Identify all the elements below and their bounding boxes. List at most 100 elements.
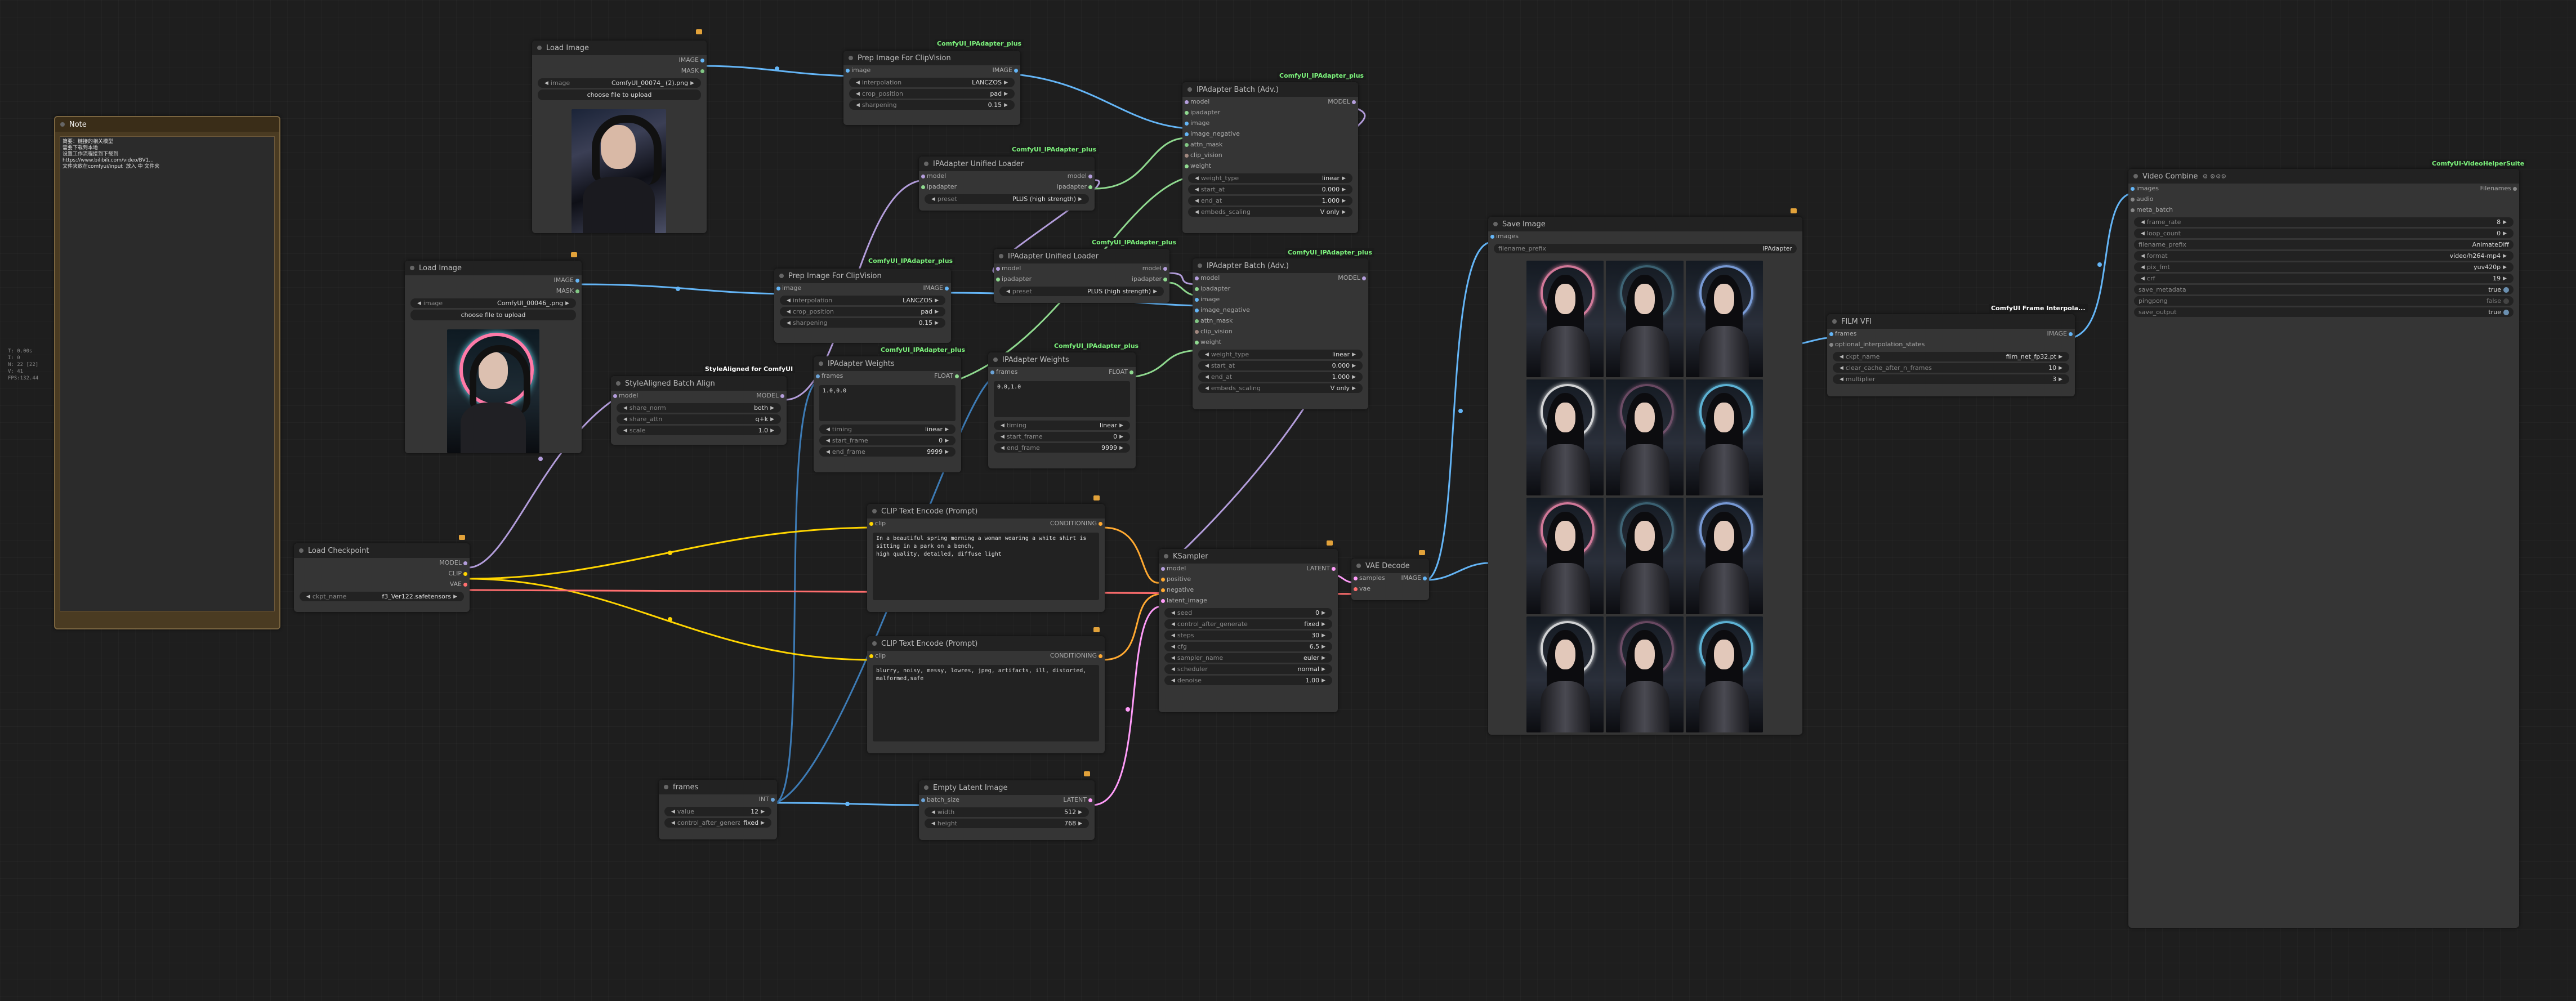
node-header[interactable]: VAE Decode	[1351, 558, 1429, 573]
arrow-left-icon[interactable]: ◀	[417, 301, 421, 306]
arrow-right-icon[interactable]: ▶	[770, 428, 774, 434]
clear-cache-number[interactable]: ◀ clear_cache_after_n_frames 10 ▶	[1833, 363, 2069, 373]
collapse-dot-icon[interactable]	[299, 548, 303, 553]
weights-textarea[interactable]: 1.0,0.0	[819, 385, 956, 421]
image-combo[interactable]: ◀ image ComfyUI_00046_.png ▶	[410, 298, 576, 308]
io-slot[interactable]: ipadapter ipadapter	[994, 274, 1169, 285]
slot-dot-icon[interactable]	[1185, 132, 1189, 136]
arrow-right-icon[interactable]: ▶	[2059, 377, 2062, 382]
slot-dot-icon[interactable]	[1088, 798, 1092, 802]
node-header[interactable]: CLIP Text Encode (Prompt)	[867, 636, 1105, 651]
collapse-dot-icon[interactable]	[872, 641, 877, 646]
arrow-right-icon[interactable]: ▶	[945, 449, 949, 455]
collapse-dot-icon[interactable]	[2133, 174, 2138, 178]
arrow-left-icon[interactable]: ◀	[826, 449, 830, 455]
crop-position-combo[interactable]: ◀ crop_position pad ▶	[849, 89, 1015, 99]
io-slot[interactable]: weight	[1193, 337, 1368, 348]
arrow-right-icon[interactable]: ▶	[1342, 209, 1346, 215]
slot-dot-icon[interactable]	[990, 370, 994, 374]
slot-dot-icon[interactable]	[1352, 100, 1356, 104]
arrow-left-icon[interactable]: ◀	[1195, 176, 1199, 181]
slot-dot-icon[interactable]	[700, 59, 704, 62]
preset-combo[interactable]: ◀ preset PLUS (high strength) ▶	[925, 194, 1089, 204]
output-thumbnail[interactable]	[1606, 261, 1684, 377]
collapse-dot-icon[interactable]	[924, 785, 928, 790]
io-slot[interactable]: model MODEL	[1193, 273, 1368, 284]
arrow-right-icon[interactable]: ▶	[945, 438, 949, 444]
slot-dot-icon[interactable]	[1129, 370, 1133, 374]
output-slot[interactable]: MASK	[405, 286, 582, 297]
arrow-right-icon[interactable]: ▶	[2503, 231, 2507, 236]
arrow-left-icon[interactable]: ◀	[2141, 231, 2145, 236]
collapse-dot-icon[interactable]	[993, 358, 998, 362]
slot-dot-icon[interactable]	[575, 279, 579, 283]
arrow-left-icon[interactable]: ◀	[2141, 276, 2145, 281]
output-thumbnail[interactable]	[1606, 498, 1684, 614]
io-slot[interactable]: clip CONDITIONING	[867, 651, 1105, 662]
arrow-right-icon[interactable]: ▶	[2503, 220, 2507, 225]
slot-dot-icon[interactable]	[869, 654, 873, 658]
slot-dot-icon[interactable]	[955, 374, 959, 378]
lock-icon[interactable]	[696, 29, 702, 34]
arrow-right-icon[interactable]: ▶	[1352, 363, 1356, 369]
seed-number[interactable]: ◀ seed 0 ▶	[1164, 608, 1332, 618]
end-at-number[interactable]: ◀ end_at 1.000 ▶	[1198, 372, 1363, 382]
arrow-left-icon[interactable]: ◀	[1001, 434, 1004, 440]
io-slot[interactable]: frames FLOAT	[814, 371, 961, 382]
arrow-left-icon[interactable]: ◀	[1840, 377, 1843, 382]
arrow-right-icon[interactable]: ▶	[1322, 622, 1325, 627]
io-slot[interactable]: latent_image	[1159, 596, 1338, 606]
arrow-left-icon[interactable]: ◀	[2141, 253, 2145, 259]
node-header[interactable]: Load Image	[532, 41, 707, 55]
slot-dot-icon[interactable]	[1195, 287, 1199, 291]
io-slot[interactable]: image_negative	[1193, 305, 1368, 316]
arrow-left-icon[interactable]: ◀	[2141, 265, 2145, 270]
save-output-toggle[interactable]: save_output true	[2134, 307, 2514, 317]
embeds-scaling-combo[interactable]: ◀ embeds_scaling V only ▶	[1198, 383, 1363, 393]
note-node[interactable]: Note 简要：链接的相关模型 需要下载到本地 设置工作流程接到下载到 http…	[54, 116, 280, 629]
slot-dot-icon[interactable]	[1185, 154, 1189, 158]
arrow-left-icon[interactable]: ◀	[1001, 445, 1004, 451]
crop-position-combo[interactable]: ◀ crop_position pad ▶	[780, 307, 945, 316]
node-header[interactable]: Empty Latent Image	[919, 780, 1095, 795]
collapse-dot-icon[interactable]	[60, 122, 65, 127]
crf-number[interactable]: ◀ crf 19 ▶	[2134, 274, 2514, 283]
node-header[interactable]: Load Image	[405, 261, 582, 275]
arrow-left-icon[interactable]: ◀	[1171, 644, 1175, 650]
control-after-generate-combo[interactable]: ◀control_after_generate fixed▶	[1164, 619, 1332, 629]
image-combo[interactable]: ◀ image ComfyUI_00074_ (2).png ▶	[538, 78, 701, 88]
node-header[interactable]: IPAdapter Weights	[988, 352, 1136, 367]
timing-combo[interactable]: ◀ timing linear ▶	[994, 421, 1130, 430]
io-slot[interactable]: weight	[1182, 161, 1358, 172]
slot-dot-icon[interactable]	[921, 185, 925, 189]
load-checkpoint-node[interactable]: Load Checkpoint MODEL CLIP VAE ◀ ckpt_nam…	[294, 543, 470, 612]
slot-dot-icon[interactable]	[1362, 276, 1366, 280]
lock-icon[interactable]	[459, 535, 465, 540]
io-slot[interactable]: clip_vision	[1193, 327, 1368, 337]
io-slot[interactable]: clip CONDITIONING	[867, 519, 1105, 529]
upload-button[interactable]: choose file to upload	[410, 310, 576, 320]
ckpt-name-combo[interactable]: ◀ ckpt_name f3_Ver122.safetensors ▶	[300, 592, 464, 601]
start-frame-number[interactable]: ◀ start_frame 0 ▶	[819, 436, 956, 445]
arrow-left-icon[interactable]: ◀	[856, 91, 860, 97]
arrow-left-icon[interactable]: ◀	[1171, 633, 1175, 638]
io-slot[interactable]: negative	[1159, 585, 1338, 596]
io-slot[interactable]: frames IMAGE	[1827, 329, 2075, 339]
io-slot[interactable]: model model	[994, 263, 1169, 274]
arrow-left-icon[interactable]: ◀	[671, 809, 675, 815]
vae-decode-node[interactable]: VAE Decode samples IMAGE vae	[1351, 558, 1429, 600]
start-at-number[interactable]: ◀ start_at 0.000 ▶	[1188, 185, 1352, 194]
clip-text-encode-negative-node[interactable]: CLIP Text Encode (Prompt) clip CONDITIONI…	[867, 636, 1105, 753]
slot-dot-icon[interactable]	[2131, 208, 2135, 212]
arrow-right-icon[interactable]: ▶	[1078, 821, 1082, 826]
io-slot[interactable]: image IMAGE	[843, 65, 1020, 76]
io-slot[interactable]: image_negative	[1182, 129, 1358, 140]
io-slot[interactable]: samples IMAGE	[1351, 573, 1429, 584]
slot-dot-icon[interactable]	[771, 798, 775, 802]
toggle-knob-icon[interactable]	[2503, 287, 2509, 293]
arrow-left-icon[interactable]: ◀	[1001, 423, 1004, 428]
arrow-right-icon[interactable]: ▶	[2503, 276, 2507, 281]
slot-dot-icon[interactable]	[1099, 654, 1102, 658]
video-combine-node[interactable]: Video Combine ⚙ ⚙⚙⚙ images Filenames audio…	[2128, 169, 2519, 928]
arrow-right-icon[interactable]: ▶	[935, 298, 939, 303]
